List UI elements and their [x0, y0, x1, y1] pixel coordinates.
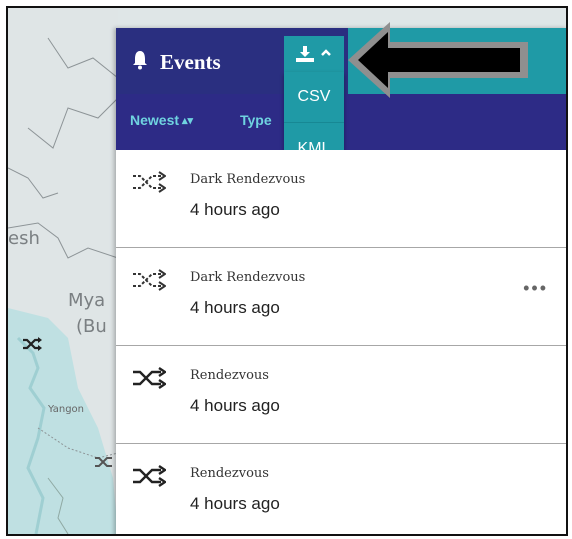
shuffle-icon	[133, 171, 166, 193]
event-name: Dark Rendezvous	[190, 270, 306, 285]
event-name: Rendezvous	[190, 466, 269, 481]
map-shuffle-marker-icon[interactable]	[22, 336, 44, 352]
event-time: 4 hours ago	[190, 494, 280, 513]
list-item[interactable]: Rendezvous 4 hours ago	[116, 346, 566, 444]
map-label-burma: (Bu	[76, 316, 107, 337]
event-time: 4 hours ago	[190, 200, 280, 219]
more-options-icon[interactable]: •••	[523, 278, 548, 299]
sort-arrows-icon: ▴▾	[182, 115, 194, 127]
event-name: Rendezvous	[190, 368, 269, 383]
map-view[interactable]: esh Mya (Bu Yangon	[8, 8, 118, 534]
event-time: 4 hours ago	[190, 396, 280, 415]
map-label-bangladesh: esh	[8, 228, 40, 249]
list-item[interactable]: Dark Rendezvous 4 hours ago	[116, 150, 566, 248]
list-item[interactable]: Dark Rendezvous 4 hours ago •••	[116, 248, 566, 346]
panel-title: Events	[160, 50, 221, 74]
map-shuffle-marker-icon[interactable]	[94, 454, 116, 470]
shuffle-icon	[133, 465, 166, 487]
bell-icon	[133, 51, 147, 70]
sort-label: Newest	[130, 112, 180, 128]
list-item[interactable]: Rendezvous 4 hours ago	[116, 444, 566, 534]
sort-newest-button[interactable]: Newest ▴▾	[130, 112, 193, 128]
event-time: 4 hours ago	[190, 298, 280, 317]
shuffle-icon	[133, 269, 166, 291]
annotation-arrow-icon	[348, 22, 528, 98]
download-icon	[296, 46, 314, 62]
menu-item-csv[interactable]: CSV	[284, 72, 344, 123]
screenshot-frame: esh Mya (Bu Yangon Events Newest ▴▾ Type…	[6, 6, 568, 536]
type-filter-button[interactable]: Type	[240, 112, 272, 128]
chevron-up-icon	[321, 49, 331, 56]
events-list: Dark Rendezvous 4 hours ago Dark Rendezv…	[116, 150, 566, 534]
event-name: Dark Rendezvous	[190, 172, 306, 187]
map-label-myanmar: Mya	[68, 290, 106, 311]
download-button[interactable]	[284, 36, 344, 72]
shuffle-icon	[133, 367, 166, 389]
events-panel: Events Newest ▴▾ Type CSV KML Dark Rende…	[116, 28, 566, 534]
map-label-yangon: Yangon	[48, 404, 85, 415]
